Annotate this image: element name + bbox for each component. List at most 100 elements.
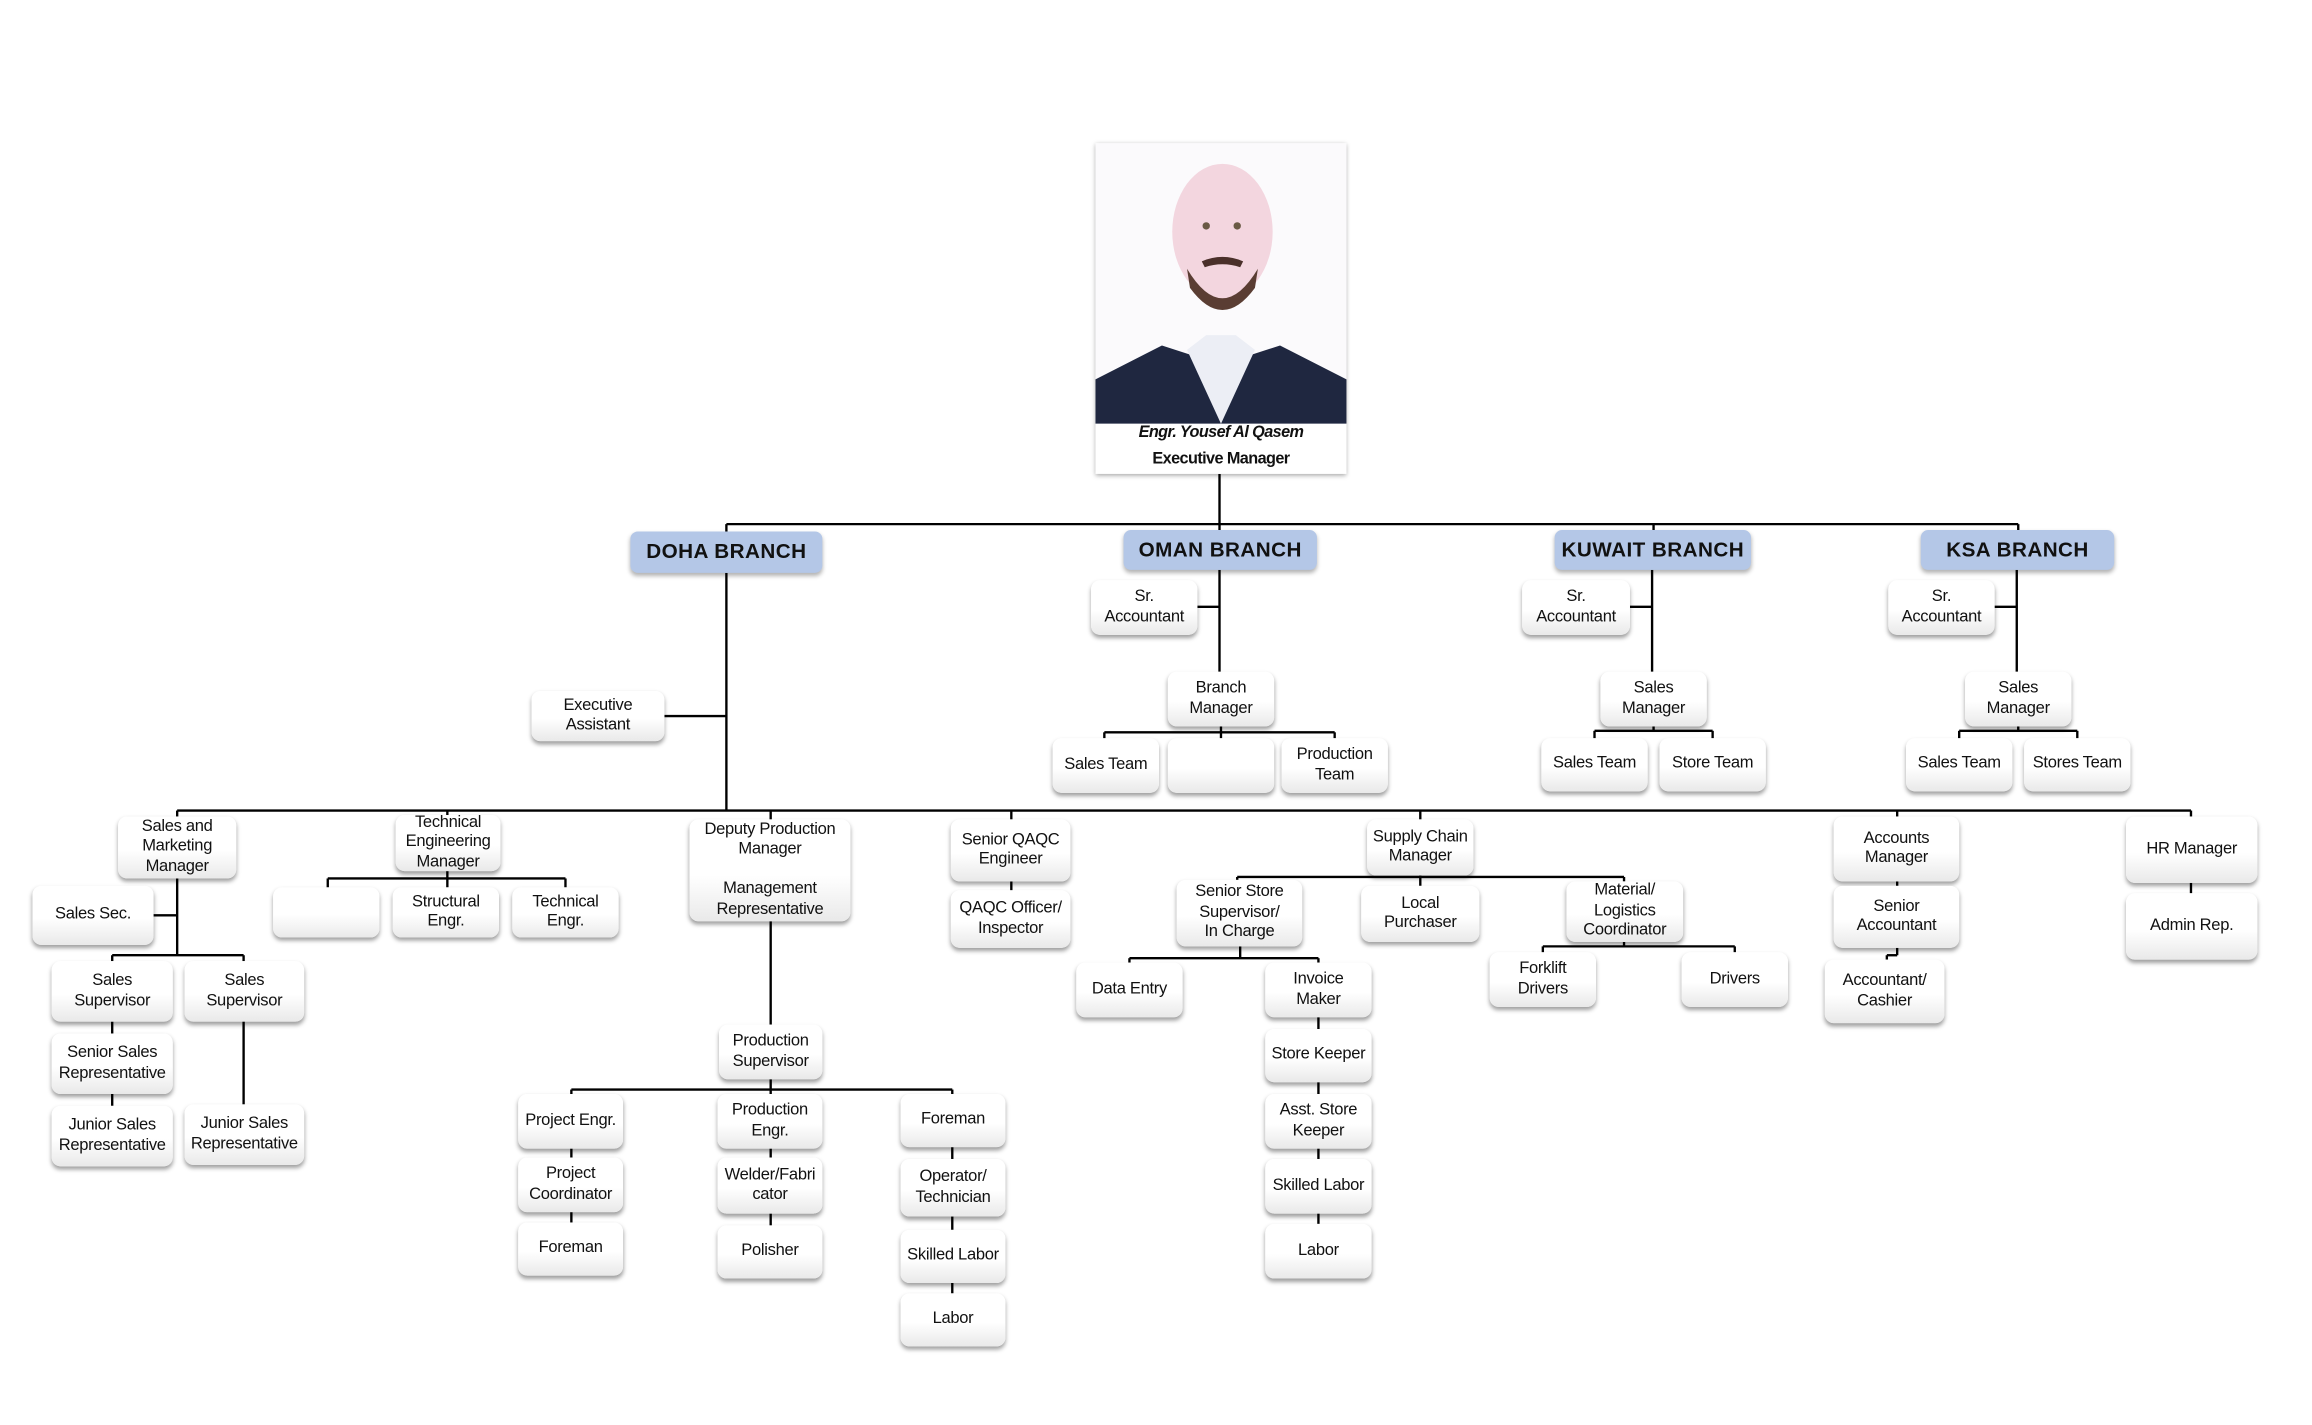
position-label: Sr. Accountant — [1536, 587, 1616, 626]
position-label: Polisher — [741, 1242, 799, 1260]
position-label: Executive Assistant — [563, 696, 633, 734]
position-label: Drivers — [1709, 969, 1761, 988]
position-label: KUWAIT BRANCH — [1561, 537, 1745, 561]
position-label: Sr. Accountant — [1104, 587, 1185, 626]
position-sr-accountant: Sr. Accountant — [1091, 580, 1198, 635]
position-label: Sales Supervisor — [206, 971, 283, 1010]
position-label: Forklift Drivers — [1517, 959, 1569, 998]
position-label: Admin Rep. — [2150, 916, 2234, 935]
branch-header-kuwait: KUWAIT BRANCH — [1554, 530, 1752, 570]
position-sales-junior-rep-2: Junior Sales Representative — [184, 1104, 305, 1165]
position-label: Senior QAQC Engineer — [961, 830, 1060, 869]
position-label: Supply Chain Manager — [1372, 827, 1468, 866]
position-label: Sales Team — [1917, 754, 2001, 773]
org-chart: Engr. Yousef Al Qasem Executive Manager … — [0, 0, 2312, 1425]
position-technical-technical-engr: Technical Engr. — [512, 887, 619, 938]
position-label: Foreman — [920, 1110, 986, 1129]
position-supply-chain-skilled-labor: Skilled Labor — [1265, 1158, 1372, 1214]
position-production-operator: Operator/ Technician — [900, 1158, 1006, 1217]
position-label: Store Team — [1672, 754, 1754, 773]
position-production-project-coordinator: Project Coordinator — [518, 1157, 624, 1213]
position-accounts-senior: Senior Accountant — [1833, 885, 1960, 948]
position-label: Production Team — [1296, 745, 1373, 784]
position-supply-chain-manager: Supply Chain Manager — [1367, 819, 1474, 876]
position-production-production-engr: Production Engr. — [717, 1094, 823, 1149]
position-production-labor: Labor — [900, 1293, 1006, 1347]
position-label: Material/ Logistics Coordinator — [1583, 881, 1667, 940]
position-label: Accountant/ Cashier — [1842, 971, 1927, 1010]
position-label: Sales Team — [1064, 755, 1148, 774]
position-label: Project Coordinator — [529, 1164, 613, 1203]
position-sales-team: Sales Team — [1541, 738, 1648, 792]
position-sr-accountant: Sr. Accountant — [1888, 580, 1995, 635]
position-technical-manager: Technical Engineering Manager — [395, 813, 501, 872]
position-qaqc-engineer: Senior QAQC Engineer — [950, 819, 1071, 882]
position-label: Accounts Manager — [1863, 828, 1930, 867]
position-label: Senior Accountant — [1856, 896, 1937, 935]
position-supply-chain-store-keeper: Store Keeper — [1265, 1029, 1372, 1083]
position-production-foreman-1: Foreman — [518, 1222, 624, 1276]
position-label: Structural Engr. — [412, 892, 480, 931]
position-label: Production Engr. — [731, 1101, 808, 1140]
position-label: Sales Team — [1552, 754, 1637, 773]
position-supply-chain-store-supervisor: Senior Store Supervisor/ In Charge — [1176, 879, 1303, 947]
position-label: QAQC Officer/ Inspector — [959, 899, 1062, 937]
executive-name: Engr. Yousef Al Qasem — [1138, 423, 1304, 442]
executive-photo — [1095, 143, 1347, 424]
position-label: Asst. Store Keeper — [1279, 1101, 1358, 1140]
position-label: Foreman — [538, 1239, 603, 1257]
position-stores-team: Stores Team — [2024, 738, 2131, 792]
position-label: Senior Sales Representative — [58, 1043, 166, 1082]
position-label: Welder/Fabri cator — [724, 1165, 816, 1204]
position-sales-team: Sales Team — [1906, 738, 2013, 792]
position-label: Junior Sales Representative — [58, 1116, 166, 1154]
position-sales-supervisor-2: Sales Supervisor — [184, 961, 305, 1022]
position-production-skilled-labor: Skilled Labor — [900, 1229, 1006, 1283]
position-label: Branch Manager — [1189, 679, 1253, 717]
position-production-supervisor: Production Supervisor — [719, 1024, 823, 1080]
position-label: Project Engr. — [525, 1111, 616, 1130]
position-qaqc-officer: QAQC Officer/ Inspector — [950, 890, 1071, 948]
position-supply-chain-logistics: Material/ Logistics Coordinator — [1566, 881, 1684, 942]
position-store-team: Store Team — [1659, 738, 1766, 792]
position-label: Local Purchaser — [1383, 893, 1457, 932]
position-label: OMAN BRANCH — [1138, 537, 1302, 561]
position-label: KSA BRANCH — [1946, 537, 2089, 561]
position-label: Deputy Production Manager Management Rep… — [704, 820, 836, 918]
position-label: Sales Sec. — [54, 905, 132, 924]
position-accounts-cashier: Accountant/ Cashier — [1824, 959, 1945, 1024]
position-label: Sales and Marketing Manager — [141, 817, 213, 876]
position-supply-chain-labor: Labor — [1265, 1223, 1372, 1279]
branch-header-doha: DOHA BRANCH — [630, 531, 823, 573]
position-label: DOHA BRANCH — [646, 539, 807, 563]
position-label: Skilled Labor — [907, 1246, 999, 1265]
position-supply-chain-data-entry: Data Entry — [1076, 962, 1183, 1018]
position-label: Sr. Accountant — [1901, 587, 1982, 626]
position-sales-team: Sales Team — [1052, 738, 1159, 793]
position-production-deputy: Deputy Production Manager Management Rep… — [689, 819, 851, 922]
position-label: Sales Manager — [1986, 679, 2050, 717]
position-branch-manager: Branch Manager — [1167, 671, 1275, 727]
position-label: Labor — [1298, 1241, 1339, 1260]
position-label: Data Entry — [1091, 979, 1167, 998]
branch-header-ksa: KSA BRANCH — [1920, 530, 2115, 570]
position-label: Production Supervisor — [732, 1032, 809, 1070]
position-label: Store Keeper — [1271, 1045, 1366, 1064]
position-production-polisher: Polisher — [717, 1225, 823, 1279]
position-label: Stores Team — [2032, 754, 2122, 773]
position-supply-chain-drivers: Drivers — [1681, 952, 1788, 1007]
position-label: Junior Sales Representative — [190, 1114, 298, 1153]
position-production-team: Production Team — [1281, 738, 1388, 793]
position-supply-chain-local-purchaser: Local Purchaser — [1361, 885, 1480, 942]
position-sales-manager: Sales and Marketing Manager — [118, 816, 237, 879]
position-label: Operator/ Technician — [915, 1167, 991, 1206]
position-sales-manager: Sales Manager — [1600, 671, 1707, 727]
position-supply-chain-forklift: Forklift Drivers — [1489, 952, 1596, 1007]
position-sales-senior-rep: Senior Sales Representative — [51, 1033, 173, 1095]
position-sr-accountant: Sr. Accountant — [1522, 580, 1630, 635]
position-sales-manager: Sales Manager — [1965, 671, 2072, 727]
position-supply-chain-invoice-maker: Invoice Maker — [1265, 962, 1372, 1018]
position-production-project-engr: Project Engr. — [518, 1094, 624, 1149]
executive-title: Executive Manager — [1152, 450, 1290, 469]
position-accounts-manager: Accounts Manager — [1833, 816, 1960, 882]
